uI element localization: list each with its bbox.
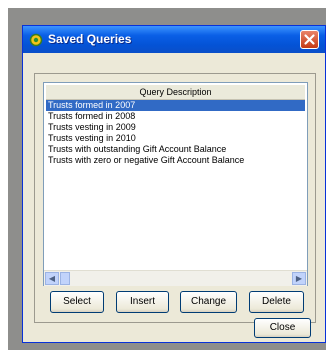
window-close-button[interactable] [300,30,319,49]
list-item[interactable]: Trusts vesting in 2010 [46,133,305,144]
list-item[interactable]: Trusts formed in 2008 [46,111,305,122]
scrollbar-thumb[interactable] [60,272,70,285]
scroll-right-arrow-icon[interactable]: ▶ [292,272,306,285]
close-icon [304,34,315,45]
saved-queries-dialog: Saved Queries Query Description Trusts f… [22,25,326,343]
change-button[interactable]: Change [180,291,237,313]
close-button[interactable]: Close [254,318,311,338]
list-item[interactable]: Trusts vesting in 2009 [46,122,305,133]
horizontal-scrollbar[interactable]: ◀ ▶ [44,270,307,286]
saved-queries-list[interactable]: Query Description Trusts formed in 2007 … [43,82,308,286]
list-item[interactable]: Trusts with zero or negative Gift Accoun… [46,155,305,166]
saved-queries-app-icon [29,33,43,47]
list-item[interactable]: Trusts formed in 2007 [46,100,305,111]
window-title: Saved Queries [48,32,132,46]
scroll-left-arrow-icon[interactable]: ◀ [45,272,59,285]
insert-button[interactable]: Insert [116,291,169,313]
select-button[interactable]: Select [50,291,104,313]
delete-button[interactable]: Delete [249,291,304,313]
list-item[interactable]: Trusts with outstanding Gift Account Bal… [46,144,305,155]
column-header-query-description[interactable]: Query Description [46,85,305,100]
title-bar[interactable]: Saved Queries [23,26,325,53]
